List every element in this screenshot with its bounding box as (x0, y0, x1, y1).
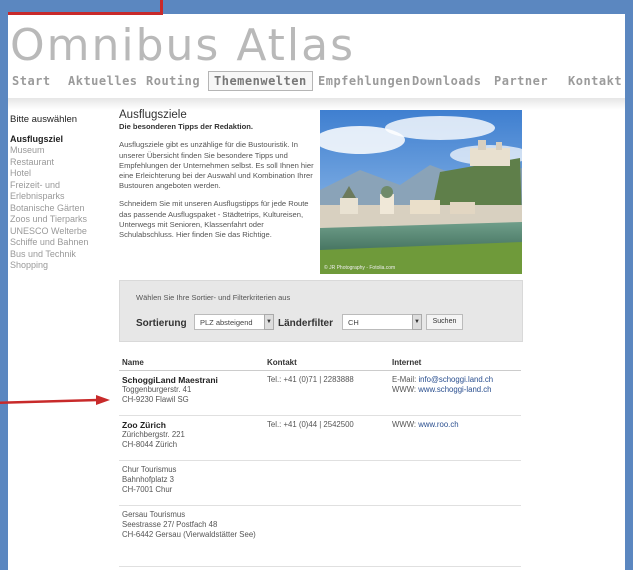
entry-street: Bahnhofplatz 3 (122, 475, 175, 484)
sidebar-item-botanische-gaerten[interactable]: Botanische Gärten (10, 203, 115, 215)
entry-name[interactable]: SchoggiLand Maestrani (122, 375, 272, 385)
results-table: Name Kontakt Internet SchoggiLand Maestr… (119, 356, 521, 567)
nav-kontakt[interactable]: Kontakt (568, 74, 622, 88)
sidebar: Bitte auswählen Ausflugsziel Museum Rest… (10, 114, 115, 272)
country-filter-select[interactable]: CH ▼ (342, 314, 422, 330)
www-label: WWW: (392, 420, 417, 429)
sort-select[interactable]: PLZ absteigend ▼ (194, 314, 274, 330)
nav-routing[interactable]: Routing (146, 74, 200, 88)
table-row: Gersau Tourismus Seestrasse 27/ Postfach… (119, 506, 521, 567)
highlight-box (8, 0, 163, 15)
sidebar-item-zoos[interactable]: Zoos und Tierparks (10, 214, 115, 226)
filter-hint: Wählen Sie Ihre Sortier- und Filterkrite… (136, 293, 291, 302)
sidebar-item-shopping[interactable]: Shopping (10, 260, 115, 272)
nav-partner[interactable]: Partner (494, 74, 548, 88)
nav-empfehlungen[interactable]: Empfehlungen (318, 74, 411, 88)
sidebar-heading: Bitte auswählen (10, 114, 78, 125)
nav-aktuelles[interactable]: Aktuelles (68, 74, 138, 88)
page: Omnibus Atlas Start Aktuelles Routing Th… (8, 0, 625, 570)
table-row: SchoggiLand Maestrani Toggenburgerstr. 4… (119, 371, 521, 416)
main-nav: Start Aktuelles Routing Themenwelten Emp… (12, 71, 625, 96)
table-header: Name Kontakt Internet (119, 356, 521, 371)
intro-paragraph-2: Schneidem Sie mit unseren Ausflugstipps … (119, 199, 309, 240)
entry-name[interactable]: Zoo Zürich (122, 420, 272, 430)
search-button[interactable]: Suchen (426, 314, 463, 330)
entry-city: CH-8044 Zürich (122, 440, 178, 449)
page-subtitle: Die besonderen Tipps der Redaktion. (119, 122, 254, 132)
sidebar-item-hotel[interactable]: Hotel (10, 168, 115, 180)
website-link[interactable]: www.schoggi-land.ch (418, 385, 491, 394)
entry-street: Zürichbergstr. 221 (122, 430, 185, 439)
sidebar-item-ausflugsziel[interactable]: Ausflugsziel (10, 134, 115, 146)
page-title: Ausflugsziele (119, 109, 187, 121)
chevron-down-icon[interactable]: ▼ (412, 314, 422, 330)
header-band (8, 98, 625, 110)
sidebar-item-erlebnisparks[interactable]: Erlebnisparks (10, 191, 115, 203)
header-kontakt: Kontakt (267, 358, 297, 367)
table-row: Zoo Zürich Zürichbergstr. 221 CH-8044 Zü… (119, 416, 521, 461)
entry-address: SchoggiLand Maestrani Toggenburgerstr. 4… (122, 375, 272, 405)
photo-credit: © JR Photography - Fotolia.com (324, 265, 396, 271)
entry-name[interactable]: Gersau Tourismus (122, 510, 272, 520)
intro: Ausflugsziele Die besonderen Tipps der R… (119, 109, 319, 248)
table-row: Chur Tourismus Bahnhofplatz 3 CH-7001 Ch… (119, 461, 521, 506)
header-name: Name (122, 358, 144, 367)
sidebar-item-unesco[interactable]: UNESCO Welterbe (10, 226, 115, 238)
salzburg-photo: © JR Photography - Fotolia.com (320, 110, 522, 274)
country-filter-value: CH (348, 318, 359, 327)
entry-city: CH-6442 Gersau (Vierwaldstätter See) (122, 530, 256, 539)
entry-internet: WWW: www.roo.ch (392, 420, 520, 430)
sidebar-item-schiffe[interactable]: Schiffe und Bahnen (10, 237, 115, 249)
nav-downloads[interactable]: Downloads (412, 74, 482, 88)
intro-paragraph-1: Ausflugsziele gibt es unzählige für die … (119, 140, 314, 191)
country-filter-label: Länderfilter (278, 318, 334, 329)
sidebar-item-bus[interactable]: Bus und Technik (10, 249, 115, 261)
sidebar-item-freizeit[interactable]: Freizeit- und (10, 180, 115, 192)
nav-themenwelten[interactable]: Themenwelten (208, 71, 313, 91)
header-internet: Internet (392, 358, 422, 367)
sidebar-item-museum[interactable]: Museum (10, 145, 115, 157)
sort-label: Sortierung (136, 318, 187, 329)
entry-address: Gersau Tourismus Seestrasse 27/ Postfach… (122, 510, 272, 540)
entry-phone: Tel.: +41 (0)71 | 2283888 (267, 375, 354, 384)
entry-name[interactable]: Chur Tourismus (122, 465, 272, 475)
entry-address: Chur Tourismus Bahnhofplatz 3 CH-7001 Ch… (122, 465, 272, 495)
site-logo[interactable]: Omnibus Atlas (10, 20, 355, 71)
entry-city: CH-7001 Chur (122, 485, 173, 494)
www-label: WWW: (392, 385, 417, 394)
entry-city: CH-9230 Flawil SG (122, 395, 189, 404)
email-label: E-Mail: (392, 375, 417, 384)
entry-address: Zoo Zürich Zürichbergstr. 221 CH-8044 Zü… (122, 420, 272, 450)
email-link[interactable]: info@schoggi.land.ch (418, 375, 493, 384)
entry-street: Toggenburgerstr. 41 (122, 385, 192, 394)
entry-street: Seestrasse 27/ Postfach 48 (122, 520, 218, 529)
filter-panel: Wählen Sie Ihre Sortier- und Filterkrite… (119, 280, 523, 342)
chevron-down-icon[interactable]: ▼ (264, 314, 274, 330)
website-link[interactable]: www.roo.ch (418, 420, 458, 429)
sort-select-value: PLZ absteigend (200, 318, 253, 327)
entry-phone: Tel.: +41 (0)44 | 2542500 (267, 420, 354, 429)
sidebar-item-restaurant[interactable]: Restaurant (10, 157, 115, 169)
nav-start[interactable]: Start (12, 74, 51, 88)
entry-internet: E-Mail: info@schoggi.land.ch WWW: www.sc… (392, 375, 520, 395)
